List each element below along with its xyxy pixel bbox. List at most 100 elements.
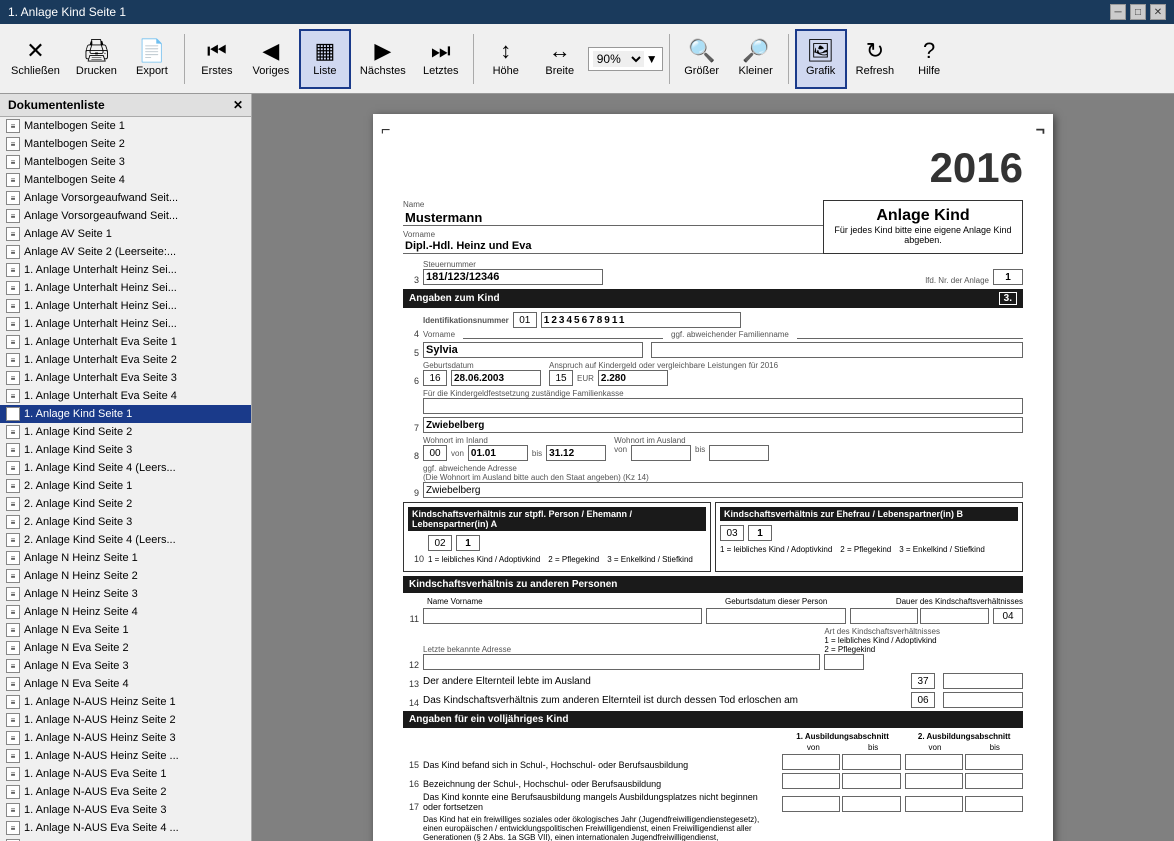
- close-button[interactable]: ✕ Schließen: [4, 29, 67, 89]
- ident-value: 12345678911: [541, 312, 741, 328]
- row-8-num: 8: [403, 451, 419, 461]
- next-button[interactable]: ▶ Nächstes: [353, 29, 413, 89]
- sidebar-item-23[interactable]: ≡2. Anlage Kind Seite 4 (Leers...: [0, 531, 251, 549]
- export-button[interactable]: 📄 Export: [126, 29, 178, 89]
- sidebar-item-label-19: 1. Anlage Kind Seite 4 (Leers...: [24, 462, 176, 474]
- row-10-num: 10: [408, 554, 424, 564]
- sidebar-item-label-38: 1. Anlage N-AUS Eva Seite 3: [24, 804, 166, 816]
- sidebar-item-16[interactable]: ≡1. Anlage Kind Seite 1: [0, 405, 251, 423]
- sidebar-item-26[interactable]: ≡Anlage N Heinz Seite 3: [0, 585, 251, 603]
- refresh-button[interactable]: ↻ Refresh: [849, 29, 902, 89]
- kindschaft-b-opt3: 3 = Enkelkind / Stiefkind: [899, 545, 985, 554]
- row-11-gebdatum: [706, 608, 846, 624]
- row-12-adresse: [423, 654, 820, 670]
- sidebar-item-9[interactable]: ≡1. Anlage Unterhalt Heinz Sei...: [0, 279, 251, 297]
- zoom-select[interactable]: 50% 75% 90% 100% 125% 150%: [593, 51, 644, 67]
- sidebar-item-3[interactable]: ≡Mantelbogen Seite 4: [0, 171, 251, 189]
- sidebar-item-17[interactable]: ≡1. Anlage Kind Seite 2: [0, 423, 251, 441]
- sidebar-item-28[interactable]: ≡Anlage N Eva Seite 1: [0, 621, 251, 639]
- prev-button[interactable]: ◀ Voriges: [245, 29, 297, 89]
- last-label: Letztes: [423, 65, 458, 77]
- sidebar-item-34[interactable]: ≡1. Anlage N-AUS Heinz Seite 3: [0, 729, 251, 747]
- sidebar-list[interactable]: ≡Mantelbogen Seite 1≡Mantelbogen Seite 2…: [0, 117, 251, 841]
- sidebar-item-39[interactable]: ≡1. Anlage N-AUS Eva Seite 4 ...: [0, 819, 251, 837]
- larger-button[interactable]: 🔍 Größer: [676, 29, 728, 89]
- sidebar-item-15[interactable]: ≡1. Anlage Unterhalt Eva Seite 4: [0, 387, 251, 405]
- sidebar-item-7[interactable]: ≡Anlage AV Seite 2 (Leerseite:...: [0, 243, 251, 261]
- sidebar-item-0[interactable]: ≡Mantelbogen Seite 1: [0, 117, 251, 135]
- sidebar-item-5[interactable]: ≡Anlage Vorsorgeaufwand Seit...: [0, 207, 251, 225]
- sidebar-item-40[interactable]: ≡Anlage KAP Heinz Seite 1: [0, 837, 251, 841]
- list-button[interactable]: ▦ Liste: [299, 29, 351, 89]
- sidebar-item-27[interactable]: ≡Anlage N Heinz Seite 4: [0, 603, 251, 621]
- wohnort-value: Zwiebelberg: [423, 417, 1023, 433]
- sidebar-item-22[interactable]: ≡2. Anlage Kind Seite 3: [0, 513, 251, 531]
- sidebar-item-2[interactable]: ≡Mantelbogen Seite 3: [0, 153, 251, 171]
- sidebar-item-20[interactable]: ≡2. Anlage Kind Seite 1: [0, 477, 251, 495]
- zoom-selector[interactable]: 50% 75% 90% 100% 125% 150% ▼: [588, 47, 663, 71]
- sidebar-item-12[interactable]: ≡1. Anlage Unterhalt Eva Seite 1: [0, 333, 251, 351]
- sidebar-item-label-35: 1. Anlage N-AUS Heinz Seite ...: [24, 750, 179, 762]
- sidebar-item-6[interactable]: ≡Anlage AV Seite 1: [0, 225, 251, 243]
- smaller-button[interactable]: 🔎 Kleiner: [730, 29, 782, 89]
- content-area[interactable]: ⌐ ¬ 2016 Name Mustermann Vorname Dipl.-H…: [252, 94, 1174, 841]
- sidebar-item-icon-23: ≡: [6, 533, 20, 547]
- sidebar-item-label-22: 2. Anlage Kind Seite 3: [24, 516, 132, 528]
- last-button[interactable]: ⏭ Letztes: [415, 29, 467, 89]
- row-16-val4: [965, 773, 1023, 789]
- sidebar-item-35[interactable]: ≡1. Anlage N-AUS Heinz Seite ...: [0, 747, 251, 765]
- sidebar-item-31[interactable]: ≡Anlage N Eva Seite 4: [0, 675, 251, 693]
- graphic-button[interactable]: 🖼 Grafik: [795, 29, 847, 89]
- close-icon: ✕: [26, 40, 44, 62]
- refresh-label: Refresh: [856, 65, 895, 77]
- kindschaft-b-opt1: 1 = leibliches Kind / Adoptivkind: [720, 545, 832, 554]
- ausbildung-desc-spacer: [427, 732, 780, 741]
- sidebar-item-19[interactable]: ≡1. Anlage Kind Seite 4 (Leers...: [0, 459, 251, 477]
- sidebar-item-29[interactable]: ≡Anlage N Eva Seite 2: [0, 639, 251, 657]
- height-label: Höhe: [493, 65, 519, 77]
- sidebar-item-10[interactable]: ≡1. Anlage Unterhalt Heinz Sei...: [0, 297, 251, 315]
- sidebar-item-4[interactable]: ≡Anlage Vorsorgeaufwand Seit...: [0, 189, 251, 207]
- height-button[interactable]: ↕ Höhe: [480, 29, 532, 89]
- row-13: 13 Der andere Elternteil lebte im Auslan…: [403, 673, 1023, 689]
- sidebar-item-21[interactable]: ≡2. Anlage Kind Seite 2: [0, 495, 251, 513]
- geburtsdatum-label: Geburtsdatum: [423, 361, 541, 370]
- wohnort-bis-value: 31.12: [546, 445, 606, 461]
- row-15: 15 Das Kind befand sich in Schul-, Hochs…: [403, 754, 1023, 770]
- ident-prefix: 01: [513, 312, 537, 328]
- sidebar-item-24[interactable]: ≡Anlage N Heinz Seite 1: [0, 549, 251, 567]
- sidebar-item-label-37: 1. Anlage N-AUS Eva Seite 2: [24, 786, 166, 798]
- sidebar-item-30[interactable]: ≡Anlage N Eva Seite 3: [0, 657, 251, 675]
- kindschaft-col-a: Kindschaftsverhältnis zur stpfl. Person …: [403, 502, 711, 572]
- sidebar-item-37[interactable]: ≡1. Anlage N-AUS Eva Seite 2: [0, 783, 251, 801]
- sidebar-item-32[interactable]: ≡1. Anlage N-AUS Heinz Seite 1: [0, 693, 251, 711]
- sidebar-item-11[interactable]: ≡1. Anlage Unterhalt Heinz Sei...: [0, 315, 251, 333]
- print-button[interactable]: 🖨 Drucken: [69, 29, 124, 89]
- row-18-label: Das Kind hat ein freiwilliges soziales o…: [423, 815, 759, 841]
- minimize-btn[interactable]: ─: [1110, 4, 1126, 20]
- sidebar-item-14[interactable]: ≡1. Anlage Unterhalt Eva Seite 3: [0, 369, 251, 387]
- close-btn[interactable]: ✕: [1150, 4, 1166, 20]
- corner-tr-mark: ¬: [1036, 122, 1045, 140]
- sidebar-close-btn[interactable]: ✕: [233, 98, 243, 112]
- sidebar-item-13[interactable]: ≡1. Anlage Unterhalt Eva Seite 2: [0, 351, 251, 369]
- sidebar-item-36[interactable]: ≡1. Anlage N-AUS Eva Seite 1: [0, 765, 251, 783]
- sidebar-item-38[interactable]: ≡1. Anlage N-AUS Eva Seite 3: [0, 801, 251, 819]
- row-15-von2: [905, 754, 963, 770]
- sidebar-item-18[interactable]: ≡1. Anlage Kind Seite 3: [0, 441, 251, 459]
- sidebar-item-8[interactable]: ≡1. Anlage Unterhalt Heinz Sei...: [0, 261, 251, 279]
- wohnort-inland-label: Wohnort im Inland: [423, 436, 606, 445]
- sidebar-item-25[interactable]: ≡Anlage N Heinz Seite 2: [0, 567, 251, 585]
- volljahrig-header: Angaben für ein volljähriges Kind: [403, 711, 1023, 728]
- sidebar-item-icon-20: ≡: [6, 479, 20, 493]
- kindschaft-a-prefix: 02: [428, 535, 452, 551]
- kindschaft-b-opt2: 2 = Pflegekind: [840, 545, 891, 554]
- row-14: 14 Das Kindschaftsverhältnis zum anderen…: [403, 692, 1023, 708]
- sidebar-item-1[interactable]: ≡Mantelbogen Seite 2: [0, 135, 251, 153]
- first-button[interactable]: ⏮ Erstes: [191, 29, 243, 89]
- help-button[interactable]: ? Hilfe: [903, 29, 955, 89]
- maximize-btn[interactable]: □: [1130, 4, 1146, 20]
- sidebar-item-33[interactable]: ≡1. Anlage N-AUS Heinz Seite 2: [0, 711, 251, 729]
- width-button[interactable]: ↔ Breite: [534, 29, 586, 89]
- wohnort-ausland-bis: [709, 445, 769, 461]
